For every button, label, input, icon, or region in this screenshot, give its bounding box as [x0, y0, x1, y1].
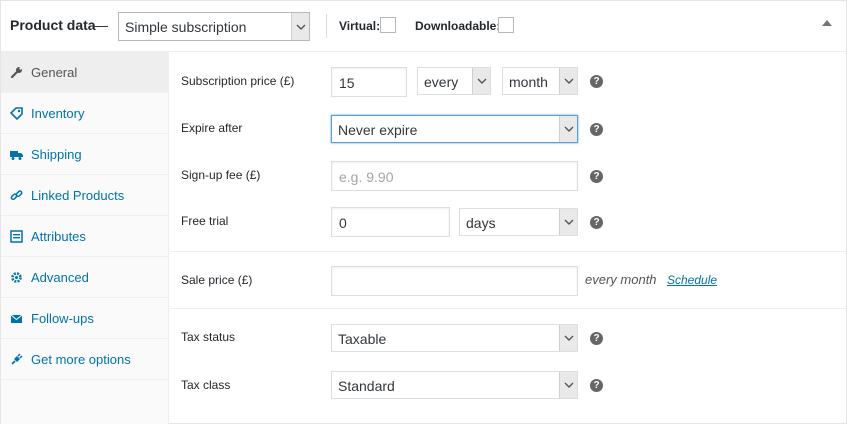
chevron-down-icon[interactable] [559, 116, 577, 142]
expire-after-value: Never expire [338, 122, 418, 138]
help-icon[interactable]: ? [590, 332, 603, 345]
tax-class-select[interactable]: Standard [331, 371, 578, 399]
subscription-price-label: Subscription price (£) [181, 74, 295, 88]
link-icon [10, 190, 23, 201]
downloadable-checkbox[interactable] [498, 17, 514, 33]
virtual-checkbox[interactable] [380, 17, 396, 33]
chevron-down-icon[interactable] [559, 209, 577, 235]
tab-attributes[interactable]: Attributes [1, 216, 168, 257]
expire-after-select[interactable]: Never expire [331, 115, 578, 143]
tab-get-more-options[interactable]: Get more options [1, 339, 168, 380]
tab-advanced[interactable]: Advanced [1, 257, 168, 298]
wrench-icon [10, 67, 22, 79]
tab-follow-ups[interactable]: Follow-ups [1, 298, 168, 339]
free-trial-input[interactable]: 0 [331, 207, 450, 237]
tab-label: Shipping [31, 147, 82, 162]
signup-fee-input[interactable]: e.g. 9.90 [331, 161, 578, 191]
chevron-down-icon[interactable] [291, 13, 309, 40]
tab-general[interactable]: General [1, 52, 168, 93]
schedule-link[interactable]: Schedule [667, 273, 717, 287]
tab-inventory[interactable]: Inventory [1, 93, 168, 134]
signup-fee-placeholder: e.g. 9.90 [339, 169, 394, 185]
free-trial-value: 0 [339, 215, 347, 231]
sale-price-input[interactable] [331, 266, 578, 296]
subscription-price-input[interactable]: 15 [331, 67, 407, 97]
tab-label: Linked Products [31, 188, 125, 203]
truck-icon [10, 151, 23, 160]
header-separator [326, 14, 327, 38]
panel-title: Product data [10, 17, 96, 33]
free-trial-label: Free trial [181, 214, 229, 228]
product-type-select[interactable]: Simple subscription [118, 12, 310, 41]
tab-label: Advanced [31, 270, 89, 285]
tax-class-value: Standard [338, 378, 395, 394]
product-data-header: Product data — Simple subscription Virtu… [1, 1, 846, 52]
billing-interval-value: every [424, 74, 459, 90]
tab-label: Follow-ups [31, 311, 94, 326]
plug-icon [11, 353, 23, 365]
signup-fee-label: Sign-up fee (£) [181, 168, 261, 182]
envelope-icon [10, 314, 23, 323]
tax-status-value: Taxable [338, 331, 387, 347]
help-icon[interactable]: ? [590, 123, 603, 136]
chevron-down-icon[interactable] [559, 68, 577, 94]
product-type-value: Simple subscription [125, 19, 247, 35]
billing-interval-select[interactable]: every [417, 67, 491, 95]
product-data-tabs: General Inventory Shipping Linked Produc… [1, 52, 169, 424]
product-data-panel: Product data — Simple subscription Virtu… [0, 0, 847, 424]
billing-period-value: month [509, 74, 548, 90]
title-dash: — [94, 17, 108, 33]
sale-price-label: Sale price (£) [181, 273, 253, 287]
tax-status-select[interactable]: Taxable [331, 324, 578, 352]
help-icon[interactable]: ? [590, 379, 603, 392]
billing-period-select[interactable]: month [502, 67, 578, 95]
tab-shipping[interactable]: Shipping [1, 134, 168, 175]
tab-label: Get more options [31, 352, 131, 367]
tax-class-label: Tax class [181, 378, 231, 392]
tab-linked-products[interactable]: Linked Products [1, 175, 168, 216]
chevron-down-icon[interactable] [559, 372, 577, 398]
list-icon [10, 230, 23, 243]
chevron-down-icon[interactable] [472, 68, 490, 94]
section-divider [170, 308, 846, 309]
expire-after-label: Expire after [181, 121, 243, 135]
help-icon[interactable]: ? [590, 170, 603, 183]
tag-icon [10, 107, 23, 120]
tab-label: Attributes [31, 229, 86, 244]
subscription-price-value: 15 [339, 75, 355, 91]
free-trial-period-value: days [466, 215, 496, 231]
tab-label: Inventory [31, 106, 85, 121]
sale-price-period-text: every month [585, 272, 657, 287]
chevron-down-icon[interactable] [559, 325, 577, 351]
tab-label: General [31, 65, 78, 80]
tax-status-label: Tax status [181, 330, 236, 344]
collapse-toggle-icon[interactable] [822, 20, 832, 26]
virtual-label: Virtual: [339, 19, 381, 33]
downloadable-label: Downloadable: [415, 19, 501, 33]
help-icon[interactable]: ? [590, 216, 603, 229]
section-divider [170, 251, 846, 252]
gear-icon [11, 272, 22, 283]
help-icon[interactable]: ? [590, 75, 603, 88]
free-trial-period-select[interactable]: days [459, 208, 578, 236]
